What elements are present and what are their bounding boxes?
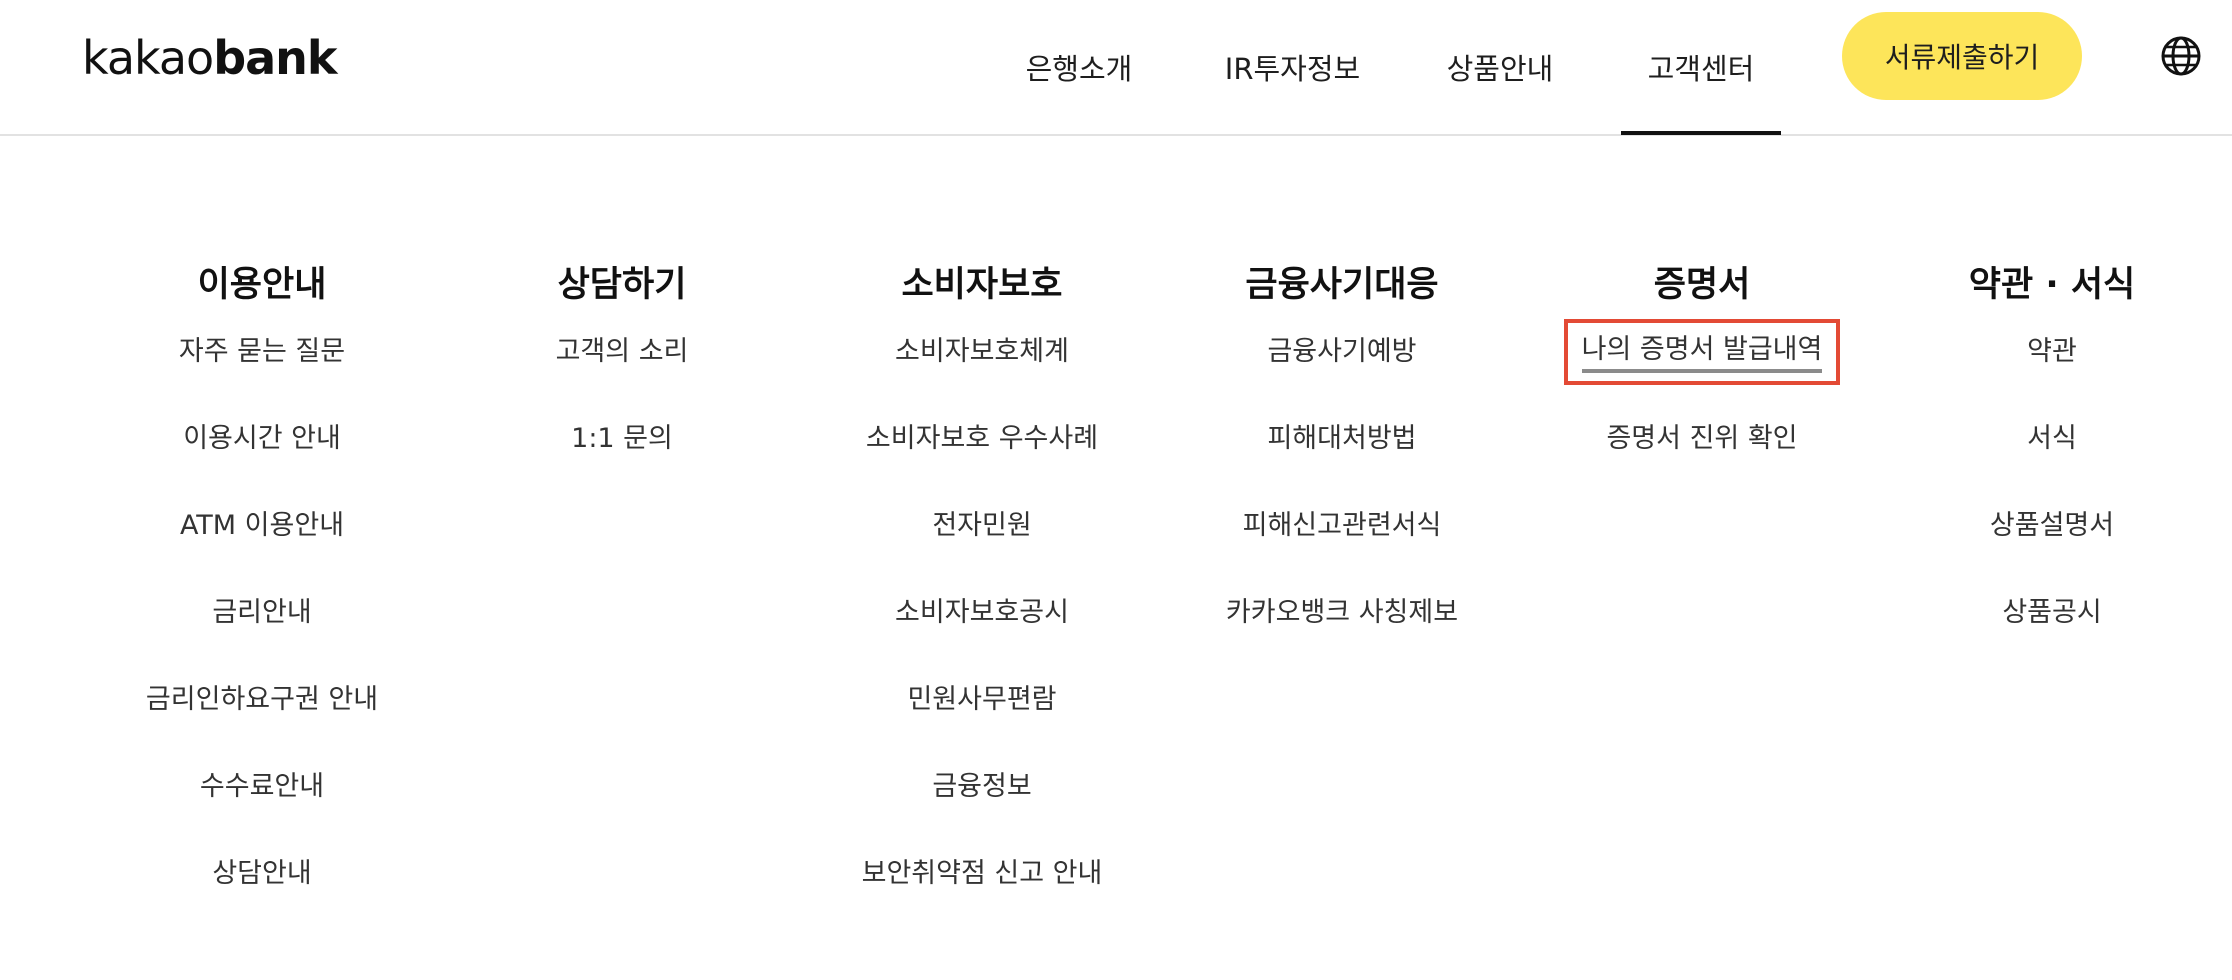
menu-link[interactable]: 피해신고관련서식	[1162, 509, 1522, 596]
menu-link[interactable]: 전자민원	[802, 509, 1162, 596]
column-title: 이용안내	[197, 265, 327, 305]
menu-link-label: 금리인하요구권 안내	[145, 684, 379, 715]
menu-link-label: 고객의 소리	[555, 336, 689, 367]
menu-link[interactable]: 고객의 소리	[442, 335, 802, 422]
menu-link[interactable]: 자주 묻는 질문	[82, 335, 442, 422]
menu-link[interactable]: 민원사무편람	[802, 683, 1162, 770]
column-links: 약관 서식 상품설명서 상품공시	[1882, 335, 2222, 683]
menu-link-label: 서식	[2027, 423, 2077, 454]
menu-link-label: 카카오뱅크 사칭제보	[1225, 597, 1459, 628]
menu-link-label: 증명서 진위 확인	[1606, 423, 1798, 454]
nav-item-ir[interactable]: IR투자정보	[1210, 0, 1375, 134]
menu-link[interactable]: 이용시간 안내	[82, 422, 442, 509]
site-header: kakao bank 은행소개 IR투자정보 상품안내 고객센터 서류제출하기	[0, 0, 2232, 136]
column-title: 소비자보호	[901, 265, 1063, 305]
menu-link[interactable]: 서식	[1882, 422, 2222, 509]
column-links: 금융사기예방 피해대처방법 피해신고관련서식 카카오뱅크 사칭제보	[1162, 335, 1522, 683]
menu-link[interactable]: 피해대처방법	[1162, 422, 1522, 509]
menu-link[interactable]: 상품공시	[1882, 596, 2222, 683]
menu-link-label: 수수료안내	[199, 771, 325, 802]
kakaobank-logo[interactable]: kakao bank	[82, 24, 338, 92]
menu-link[interactable]: 금융사기예방	[1162, 335, 1522, 422]
logo-text-bank: bank	[213, 31, 337, 85]
menu-link-label: 소비자보호공시	[895, 597, 1069, 628]
menu-link[interactable]: 금리인하요구권 안내	[82, 683, 442, 770]
menu-column-usage-guide: 이용안내 자주 묻는 질문 이용시간 안내 ATM 이용안내 금리안내 금리인하…	[82, 255, 442, 944]
menu-link[interactable]: ATM 이용안내	[82, 509, 442, 596]
menu-column-consultation: 상담하기 고객의 소리 1:1 문의	[442, 255, 802, 509]
menu-link-label: 금융정보	[932, 771, 1032, 802]
menu-link-label: 상품공시	[2002, 597, 2102, 628]
menu-link-label: 상담안내	[212, 858, 312, 889]
menu-link[interactable]: 금융정보	[802, 770, 1162, 857]
menu-column-certificates: 증명서 나의 증명서 발급내역 증명서 진위 확인	[1522, 255, 1882, 509]
menu-link[interactable]: 금리안내	[82, 596, 442, 683]
menu-column-fraud-response: 금융사기대응 금융사기예방 피해대처방법 피해신고관련서식 카카오뱅크 사칭제보	[1162, 255, 1522, 683]
nav-item-customer-center[interactable]: 고객센터	[1621, 0, 1781, 135]
column-title: 증명서	[1653, 265, 1751, 305]
menu-link-label: 피해신고관련서식	[1242, 510, 1442, 541]
menu-link-label: 1:1 문의	[571, 423, 673, 454]
menu-link-label: 민원사무편람	[907, 684, 1057, 715]
menu-link-label: 피해대처방법	[1267, 423, 1417, 454]
column-links: 나의 증명서 발급내역 증명서 진위 확인	[1522, 319, 1882, 509]
logo-text-kakao: kakao	[82, 31, 214, 85]
menu-link-label: 소비자보호체계	[895, 336, 1069, 367]
menu-link-label: 소비자보호 우수사례	[865, 423, 1099, 454]
menu-link[interactable]: 소비자보호공시	[802, 596, 1162, 683]
menu-link[interactable]: 보안취약점 신고 안내	[802, 857, 1162, 944]
nav-item-products[interactable]: 상품안내	[1430, 0, 1570, 134]
menu-link[interactable]: 상품설명서	[1882, 509, 2222, 596]
column-links: 소비자보호체계 소비자보호 우수사례 전자민원 소비자보호공시 민원사무편람 금…	[802, 335, 1162, 944]
menu-link-label: 약관	[2027, 336, 2077, 367]
menu-link-label: 금융사기예방	[1267, 336, 1417, 367]
column-title: 금융사기대응	[1245, 265, 1439, 305]
globe-icon[interactable]	[2159, 34, 2203, 78]
menu-link-label: 전자민원	[932, 510, 1032, 541]
submit-documents-button[interactable]: 서류제출하기	[1842, 12, 2082, 100]
menu-link-label: 보안취약점 신고 안내	[861, 858, 1103, 889]
menu-link-label: 이용시간 안내	[183, 423, 341, 454]
menu-link[interactable]: 수수료안내	[82, 770, 442, 857]
menu-column-consumer-protection: 소비자보호 소비자보호체계 소비자보호 우수사례 전자민원 소비자보호공시 민원…	[802, 255, 1162, 944]
menu-link-label: 나의 증명서 발급내역	[1563, 319, 1841, 385]
page: kakao bank 은행소개 IR투자정보 상품안내 고객센터 서류제출하기 이…	[0, 0, 2232, 980]
menu-link[interactable]: 카카오뱅크 사칭제보	[1162, 596, 1522, 683]
column-links: 자주 묻는 질문 이용시간 안내 ATM 이용안내 금리안내 금리인하요구권 안…	[82, 335, 442, 944]
menu-link[interactable]: 1:1 문의	[442, 422, 802, 509]
menu-link[interactable]: 소비자보호체계	[802, 335, 1162, 422]
column-title: 약관 · 서식	[1968, 265, 2136, 305]
nav-item-about[interactable]: 은행소개	[1004, 0, 1154, 134]
menu-link-label: 자주 묻는 질문	[178, 336, 346, 367]
column-links: 고객의 소리 1:1 문의	[442, 335, 802, 509]
menu-link-my-certificate-history[interactable]: 나의 증명서 발급내역	[1522, 319, 1882, 422]
menu-link-label: 상품설명서	[1989, 510, 2115, 541]
menu-link-label: 금리안내	[212, 597, 312, 628]
menu-column-terms-forms: 약관 · 서식 약관 서식 상품설명서 상품공시	[1882, 255, 2222, 683]
column-title: 상담하기	[557, 265, 687, 305]
menu-link[interactable]: 약관	[1882, 335, 2222, 422]
menu-link[interactable]: 상담안내	[82, 857, 442, 944]
menu-link-label: ATM 이용안내	[179, 510, 345, 541]
menu-link[interactable]: 증명서 진위 확인	[1522, 422, 1882, 509]
menu-link[interactable]: 소비자보호 우수사례	[802, 422, 1162, 509]
